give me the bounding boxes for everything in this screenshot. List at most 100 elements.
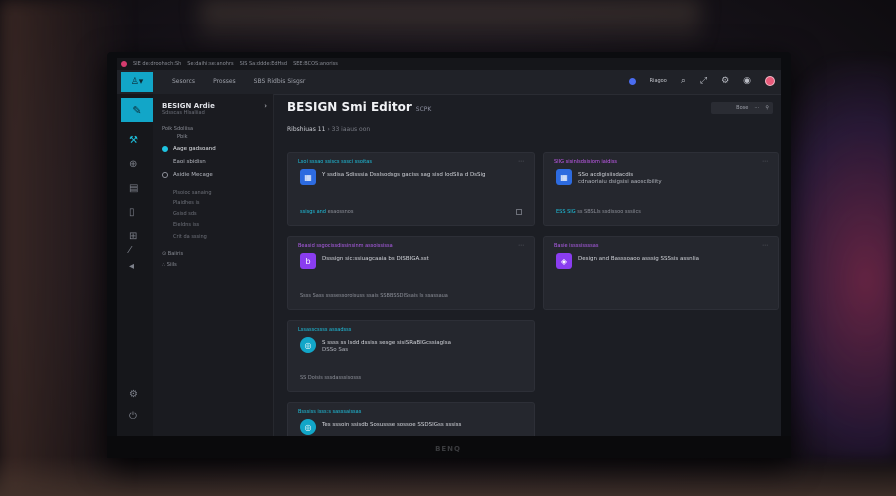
monitor: SIE de:droohsch:Sh Se:daihi:se:anohrs SI…: [107, 52, 791, 458]
pin-icon: ⚲: [765, 105, 769, 111]
sidebar-item-label: Eaoi sbidisn: [173, 159, 206, 165]
sidebar-title: BESIGN Ardie: [162, 102, 215, 110]
card-6[interactable]: Bsssiss isss:s sasssaissas ◎ Tes sssoin …: [287, 402, 535, 436]
sidebar-section-sub: Pbik: [177, 134, 188, 140]
device-icon[interactable]: ▯: [129, 208, 135, 218]
audio-icon[interactable]: ◂: [129, 262, 134, 272]
card-text: cdnaoriaiu dsigsisi aaoscibility: [578, 179, 662, 185]
pencil-icon: ✎: [132, 103, 142, 117]
sidebar-item-message[interactable]: Asidie Mecage: [162, 172, 213, 178]
more-icon[interactable]: ⋯: [762, 158, 768, 165]
globe-icon[interactable]: ⊕: [129, 160, 137, 170]
topbar-item[interactable]: SIS Sa:ddde:EdHsd: [240, 61, 288, 67]
app-header: ♙▾ Sesorcs Prosses SBS Ridbis Sisgsr Ria…: [117, 70, 781, 95]
page-title: BESIGN Smi Editor SCPK: [287, 100, 432, 114]
card-footer: ssisgs and esaossnos: [300, 209, 354, 215]
more-icon[interactable]: ⋯: [762, 242, 768, 249]
card-footer: ESS SIG ss SBSLIs ssdissoo sssiics: [556, 209, 641, 215]
user-menu-button[interactable]: ♙▾: [121, 72, 153, 92]
settings-icon[interactable]: ⚙: [721, 76, 729, 86]
nav-item[interactable]: Sesorcs: [172, 78, 195, 85]
card-header: SIIG sisinlsdsisiom iaidiss: [554, 159, 618, 165]
card-text: Design and Basssoaoo asssig SSSsis assnl…: [578, 256, 700, 262]
chevron-right-icon[interactable]: ›: [264, 102, 267, 110]
card-footer: Ssss Sass ssssessoroisuss ssais SSBBSSDI…: [300, 293, 448, 299]
card-2[interactable]: SIIG sisinlsdsisiom iaidiss ⋯ ▦ SSo acdi…: [543, 152, 779, 226]
sidebar-item-edit[interactable]: Eaoi sbidisn: [173, 159, 206, 165]
brush-icon[interactable]: ⁄: [129, 246, 131, 256]
radio-icon: [162, 172, 168, 178]
topbar-item[interactable]: SEE:BCOS:anoriss: [293, 61, 338, 67]
radio-selected-icon: [162, 146, 168, 152]
expand-icon[interactable]: ⤢: [700, 76, 707, 86]
sidebar-subitem[interactable]: Gsisd sds: [173, 211, 197, 217]
power-icon[interactable]: ⏻: [129, 412, 137, 422]
sidebar: BESIGN Ardie Sdsscas Hlsaliiad › Poik Sd…: [153, 94, 274, 436]
nav-item[interactable]: Prosses: [213, 78, 236, 85]
os-top-bar: SIE de:droohsch:Sh Se:daihi:se:anohrs SI…: [117, 58, 781, 70]
sidebar-section-label: Poik Sdoliisa: [162, 126, 194, 132]
app-logo-icon: [121, 61, 127, 67]
card-header: Lsoi sssao ssiscs sssci ssoitas: [298, 159, 372, 165]
monitor-screen: SIE de:droohsch:Sh Se:daihi:se:anohrs SI…: [117, 58, 781, 436]
card-header: Bsssiss isss:s sasssaissas: [298, 409, 362, 415]
sidebar-item-label: Asidie Mecage: [173, 172, 213, 178]
sidebar-subitem[interactable]: Eieldns iss: [173, 222, 199, 228]
monitor-brand-logo: BENQ: [435, 445, 461, 453]
brand-b-icon: b: [300, 253, 316, 269]
card-text: Dsssign sic:ssiuagcaaia bs DISBIGA.sst: [322, 256, 429, 262]
more-icon: ⋯: [754, 105, 760, 111]
target-icon: ◎: [300, 419, 316, 435]
monitor-bezel: BENQ: [107, 436, 791, 458]
rail-item-editor[interactable]: ✎: [121, 98, 153, 122]
card-header: Beasid ssgocissdissinsinm assoississa: [298, 243, 393, 249]
document-icon[interactable]: ▤: [129, 184, 138, 194]
grid-icon[interactable]: ⊞: [129, 232, 137, 242]
sidebar-subitem[interactable]: Crit da sssing: [173, 234, 207, 240]
icon-rail: ✎ ⚒ ⊕ ▤ ▯ ⊞ ⁄ ◂ ⚙ ⏻: [117, 94, 153, 436]
card-text: Y ssdisa Sdisssia Dsslsodsgs gaciss sag …: [322, 172, 486, 178]
palette-icon: ◈: [556, 253, 572, 269]
target-icon: ◎: [300, 337, 316, 353]
card-header: Basie issssissssas: [554, 243, 599, 249]
more-icon[interactable]: ⋯: [518, 158, 524, 165]
search-icon[interactable]: ⌕: [681, 76, 686, 86]
card-header: Lssasscssss assadsss: [298, 327, 352, 333]
sidebar-subitem[interactable]: Plsoioc sanaing: [173, 190, 212, 196]
image-icon: ▦: [300, 169, 316, 185]
tools-icon[interactable]: ⚒: [129, 136, 138, 146]
camera-icon[interactable]: ◉: [743, 76, 751, 86]
sidebar-section-sub: ∴ Siils: [162, 262, 177, 268]
top-action-button[interactable]: Bose ⋯ ⚲: [711, 102, 773, 114]
breadcrumb: Ribshiuas 11 › 33 iaaus oon: [287, 126, 371, 133]
sidebar-item-page-background[interactable]: Aage gadsoand: [162, 146, 216, 152]
card-footer: SS Doisis sssdasssisosss: [300, 375, 362, 381]
image-icon: ▦: [556, 169, 572, 185]
user-icon: ♙▾: [130, 77, 144, 87]
sidebar-subitem[interactable]: Plaidhes is: [173, 200, 199, 206]
expand-icon[interactable]: [516, 209, 522, 215]
card-text: SSo acdigisiisdacdis: [578, 172, 634, 178]
header-nav: Sesorcs Prosses SBS Ridbis Sisgsr: [172, 78, 305, 85]
card-3[interactable]: Beasid ssgocissdissinsinm assoississa ⋯ …: [287, 236, 535, 310]
sidebar-section-label: ⊙ Baiiris: [162, 251, 184, 257]
card-text: DSSo Sas: [322, 347, 349, 353]
gear-icon[interactable]: ⚙: [129, 390, 138, 400]
main-content: BESIGN Smi Editor SCPK Bose ⋯ ⚲ Ribshiuas…: [273, 94, 781, 436]
status-dot-icon: [628, 77, 636, 85]
region-label[interactable]: Riagoo: [650, 78, 667, 84]
topbar-item[interactable]: Se:daihi:se:anohrs: [187, 61, 233, 67]
header-actions: Riagoo ⌕ ⤢ ⚙ ◉: [628, 76, 775, 86]
topbar-item[interactable]: SIE de:droohsch:Sh: [133, 61, 181, 67]
card-text: S ssss ss lsdd dssiss sesge sisiSRaBIGcs…: [322, 340, 451, 346]
avatar[interactable]: [765, 76, 775, 86]
sidebar-subtitle: Sdsscas Hlsaliiad: [162, 110, 205, 116]
card-1[interactable]: Lsoi sssao ssiscs sssci ssoitas ⋯ ▦ Y ss…: [287, 152, 535, 226]
nav-item[interactable]: SBS Ridbis Sisgsr: [254, 78, 306, 85]
card-5[interactable]: Lssasscssss assadsss ◎ S ssss ss lsdd ds…: [287, 320, 535, 392]
background-light-top: [200, 0, 700, 50]
card-4[interactable]: Basie issssissssas ⋯ ◈ Design and Bassso…: [543, 236, 779, 310]
more-icon[interactable]: ⋯: [518, 242, 524, 249]
sidebar-item-label: Aage gadsoand: [173, 146, 216, 152]
card-text: Tes sssoin ssisdb Sosussse sossoe SSDSIG…: [322, 422, 462, 428]
